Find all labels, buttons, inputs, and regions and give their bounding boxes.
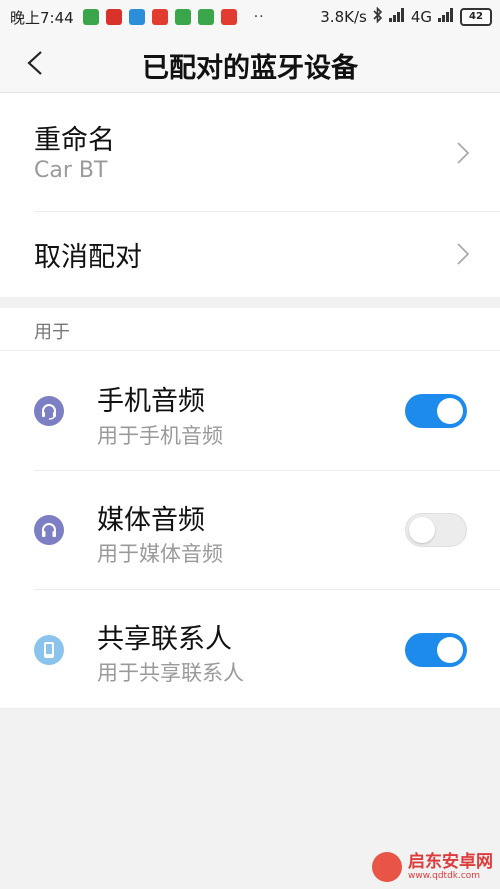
network-speed: 3.8K/s [320,8,367,26]
title-bar: 已配对的蓝牙设备 [0,34,500,93]
app-icon-2 [105,9,122,25]
watermark-logo-icon [372,852,402,882]
battery-icon: 42 [460,8,492,26]
section-label: 用于 [34,322,70,343]
bluetooth-icon [373,6,383,27]
app-icon-5 [174,9,191,25]
signal-icon-2 [438,8,454,26]
toggle-knob [409,517,435,543]
watermark-text: 启东安卓网 [408,851,493,872]
app-icon-6 [197,9,214,25]
app-icon-3 [128,9,145,25]
contacts-toggle[interactable] [405,633,467,667]
rename-row[interactable]: 重命名 Car BT [0,93,500,211]
profile-subtitle: 用于媒体音频 [97,542,223,566]
signal-icon [388,8,405,26]
app-icon-1 [82,9,99,25]
app-icon-4 [151,9,168,25]
profile-row-contacts[interactable]: 共享联系人 用于共享联系人 [0,590,500,708]
headset-icon [34,396,64,426]
phone-audio-toggle[interactable] [405,394,467,428]
headphones-icon [34,515,64,545]
chevron-right-icon [457,243,470,265]
profile-title: 手机音频 [97,386,205,417]
unpair-label: 取消配对 [34,242,142,273]
watermark: 启东安卓网 www.qdtdk.com [372,852,493,882]
profile-title: 媒体音频 [97,505,205,536]
app-icon-7 [220,9,237,25]
profile-title: 共享联系人 [97,624,232,655]
profile-subtitle: 用于共享联系人 [97,661,244,685]
status-bar: 晚上7:44 ·· 3.8K/s 4G 42 [0,0,500,34]
phone-icon [34,635,64,665]
device-actions-card: 重命名 Car BT 取消配对 [0,93,500,297]
unpair-row[interactable]: 取消配对 [0,212,500,297]
profile-row-phone-audio[interactable]: 手机音频 用于手机音频 [0,351,500,470]
media-audio-toggle[interactable] [405,513,467,547]
profile-row-media-audio[interactable]: 媒体音频 用于媒体音频 [0,471,500,589]
watermark-url: www.qdtdk.com [408,870,481,881]
profile-subtitle: 用于手机音频 [97,424,223,448]
network-type: 4G [410,8,432,26]
toggle-knob [437,637,463,663]
toggle-knob [437,398,463,424]
status-time: 晚上7:44 [10,8,74,27]
page-title: 已配对的蓝牙设备 [142,53,358,84]
rename-label: 重命名 [34,125,115,156]
more-notifications-icon: ·· [253,9,265,25]
divider [0,708,500,709]
device-name-value: Car BT [34,158,108,183]
chevron-right-icon [457,142,470,164]
